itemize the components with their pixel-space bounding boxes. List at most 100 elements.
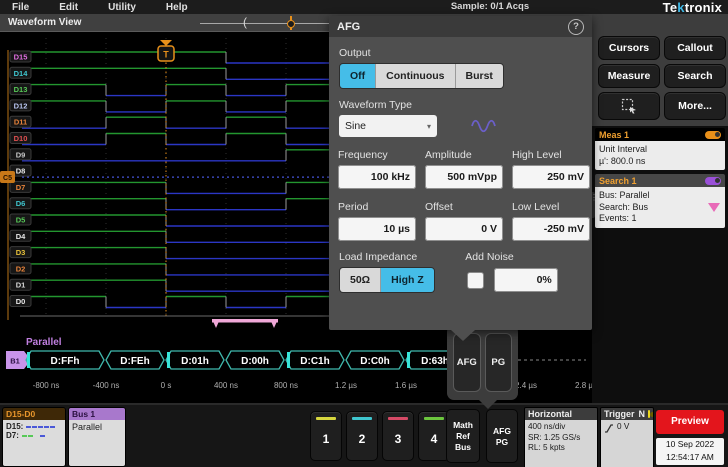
menu-file[interactable]: File <box>12 2 29 13</box>
output-burst-button[interactable]: Burst <box>456 64 503 88</box>
channel-label-d1[interactable]: D1 <box>10 279 31 290</box>
channel-label-d13[interactable]: D13 <box>10 84 31 95</box>
bus-value: D:C1h <box>286 351 344 369</box>
search1-title: Search 1 <box>599 176 637 186</box>
meas1-title: Meas 1 <box>599 130 629 140</box>
channel-label-d12[interactable]: D12 <box>10 100 31 111</box>
afg-pg-button[interactable]: AFGPG <box>486 409 518 463</box>
digital-channel-badge[interactable]: D15-D0 D15: D7: <box>2 407 66 467</box>
channel-label-d7[interactable]: D7 <box>10 181 31 192</box>
time-axis-label: 2.4 µs <box>515 381 537 390</box>
add-noise-label: Add Noise <box>465 251 513 263</box>
trigger-position-icon[interactable] <box>286 16 295 30</box>
bus-value: D:FFh <box>26 351 104 369</box>
waveform-type-dropdown[interactable]: Sine ▾ <box>339 115 437 137</box>
period-field[interactable]: 10 µs <box>338 217 416 241</box>
cursors-button[interactable]: Cursors <box>598 36 660 60</box>
search-marker-icon <box>708 203 720 212</box>
channel-label-d10[interactable]: D10 <box>10 133 31 144</box>
math-ref-bus-button[interactable]: MathRefBus <box>446 409 480 463</box>
output-continuous-button[interactable]: Continuous <box>376 64 455 88</box>
menu-edit[interactable]: Edit <box>59 2 78 13</box>
time-axis-label: 400 ns <box>214 381 238 390</box>
digital-thumbnail <box>26 426 31 428</box>
svg-text:C5: C5 <box>3 175 12 182</box>
load-highz-button[interactable]: High Z <box>381 268 434 292</box>
menu-utility[interactable]: Utility <box>108 2 136 13</box>
channel-button-3[interactable]: 3 <box>382 411 414 461</box>
afg-dialog-header[interactable]: AFG ? <box>329 16 592 37</box>
sine-wave-icon <box>469 117 499 135</box>
afg-dialog: AFG ? Output Off Continuous Burst Wavefo… <box>329 16 592 330</box>
horizontal-title: Horizontal <box>525 408 597 420</box>
channel-label-d5[interactable]: D5 <box>10 214 31 225</box>
draw-a-box-button[interactable] <box>598 92 660 120</box>
svg-text:D:FFh: D:FFh <box>51 356 80 367</box>
meas1-panel[interactable]: Meas 1 Unit Interval µ': 800.0 ns <box>595 128 725 170</box>
menu-help[interactable]: Help <box>166 2 188 13</box>
bus-value: D:C0h <box>346 351 404 369</box>
trigger-level: 0 V <box>617 422 629 433</box>
search-button[interactable]: Search <box>664 64 726 88</box>
high-level-field[interactable]: 250 mV <box>512 165 590 189</box>
output-off-button[interactable]: Off <box>340 64 376 88</box>
help-icon[interactable]: ? <box>568 19 584 35</box>
rising-edge-icon <box>604 423 614 433</box>
afg-dialog-title: AFG <box>337 21 360 33</box>
trigger-panel[interactable]: Trigger N 0 V <box>600 407 654 467</box>
channel-label-d11[interactable]: D11 <box>10 116 31 127</box>
callout-button[interactable]: Callout <box>664 36 726 60</box>
preview-button[interactable]: Preview <box>656 410 724 434</box>
channel-label-d3[interactable]: D3 <box>10 247 31 258</box>
expansion-point-icon[interactable]: ( <box>243 15 247 29</box>
svg-text:D:63h: D:63h <box>421 356 449 367</box>
horizontal-panel[interactable]: Horizontal 400 ns/div SR: 1.25 GS/s RL: … <box>524 407 598 467</box>
bus1-badge[interactable]: Bus 1 Parallel <box>68 407 126 467</box>
draw-a-box-icon <box>621 98 637 114</box>
time-axis-label: 2.8 µs <box>575 381 592 390</box>
channel-label-d14[interactable]: D14 <box>10 67 31 78</box>
tektronix-logo: Tektronix <box>663 0 722 15</box>
svg-text:D7: D7 <box>16 183 26 192</box>
search1-toggle[interactable] <box>705 177 721 185</box>
load-impedance-control: 50Ω High Z <box>339 267 435 293</box>
load-impedance-label: Load Impedance <box>339 251 417 263</box>
svg-text:D15: D15 <box>14 53 28 62</box>
channel-label-d0[interactable]: D0 <box>10 296 31 307</box>
time: 12:54:17 AM <box>656 451 724 464</box>
period-label: Period <box>338 201 416 213</box>
channel-label-d6[interactable]: D6 <box>10 198 31 209</box>
channel-group-badge[interactable]: C5 <box>0 171 15 183</box>
add-noise-checkbox[interactable] <box>467 272 484 289</box>
channel-label-d15[interactable]: D15 <box>10 51 31 62</box>
amplitude-field[interactable]: 500 mVpp <box>425 165 503 189</box>
meas1-value: µ': 800.0 ns <box>599 156 721 168</box>
trigger-flag[interactable]: T <box>158 40 174 61</box>
noise-percent-field[interactable]: 0% <box>494 268 558 292</box>
more-button[interactable]: More... <box>664 92 726 120</box>
channel-label-d2[interactable]: D2 <box>10 263 31 274</box>
search1-panel[interactable]: Search 1 Bus: Parallel Search: Bus Event… <box>595 174 725 228</box>
popup-afg-button[interactable]: AFG <box>453 333 481 392</box>
channel-label-d9[interactable]: D9 <box>10 149 31 160</box>
channel-label-d4[interactable]: D4 <box>10 230 31 241</box>
frequency-field[interactable]: 100 kHz <box>338 165 416 189</box>
horizontal-scale: 400 ns/div <box>528 422 594 433</box>
trigger-title: Trigger <box>604 408 635 420</box>
popup-pg-button[interactable]: PG <box>485 333 513 392</box>
low-level-field[interactable]: -250 mV <box>512 217 590 241</box>
svg-text:D8: D8 <box>16 167 26 176</box>
svg-text:D1: D1 <box>16 281 26 290</box>
search1-bus: Bus: Parallel <box>599 190 721 202</box>
channel-button-1[interactable]: 1 <box>310 411 342 461</box>
offset-field[interactable]: 0 V <box>425 217 503 241</box>
channel-button-2[interactable]: 2 <box>346 411 378 461</box>
meas1-toggle[interactable] <box>705 131 721 139</box>
time-axis-label: 800 ns <box>274 381 298 390</box>
record-length: RL: 5 kpts <box>528 443 594 454</box>
load-50ohm-button[interactable]: 50Ω <box>340 268 381 292</box>
oscilloscope-screen: File Edit Utility Help Sample: 0/1 Acqs … <box>0 0 728 467</box>
measure-button[interactable]: Measure <box>598 64 660 88</box>
svg-text:D:FEh: D:FEh <box>120 356 149 367</box>
meas1-type: Unit Interval <box>599 144 721 156</box>
